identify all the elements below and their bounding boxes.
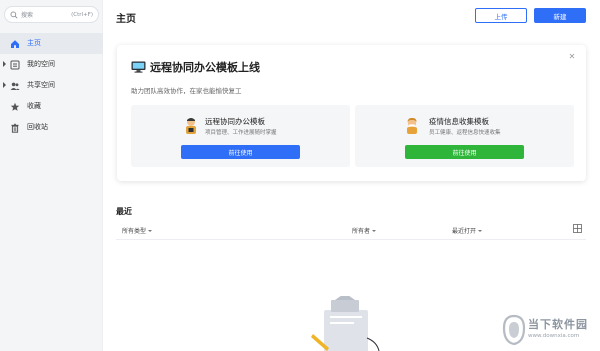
monitor-icon [131, 61, 146, 73]
chevron-down-icon [478, 229, 483, 232]
chevron-down-icon [372, 229, 377, 232]
sidebar-item-my-space[interactable]: 我的空间 [0, 54, 103, 75]
template-name: 疫情信息收集模板 [429, 117, 489, 126]
search-input[interactable]: 搜索 (Ctrl+F) [4, 6, 99, 23]
use-template-button[interactable]: 前往使用 [181, 145, 300, 159]
star-icon [10, 102, 20, 112]
recent-section-title: 最近 [116, 207, 132, 216]
sidebar-item-trash[interactable]: 回收站 [0, 117, 103, 138]
template-card-remote-office: 远程协同办公模板 项目管理、工作进展随时掌握 前往使用 [131, 105, 350, 167]
recent-filter-bar: 所有类型 所有者 最近打开 [116, 222, 586, 240]
home-icon [10, 39, 20, 49]
use-template-button[interactable]: 前往使用 [405, 145, 524, 159]
sidebar-nav: 主页 我的空间 共享空间 收藏 回收站 [0, 33, 103, 138]
banner-title: 远程协同办公模板上线 [150, 61, 260, 74]
sidebar-item-label: 回收站 [27, 123, 48, 131]
sidebar-item-label: 收藏 [27, 102, 41, 110]
search-shortcut: (Ctrl+F) [71, 11, 93, 18]
sidebar: 搜索 (Ctrl+F) 主页 我的空间 共享空间 收藏 回收站 [0, 0, 103, 351]
filter-type-label: 所有类型 [122, 228, 147, 235]
watermark-name: 当下软件园 [528, 318, 588, 331]
sidebar-item-label: 我的空间 [27, 60, 55, 68]
chevron-down-icon [148, 229, 153, 232]
template-banner: ✕ 远程协同办公模板上线 助力团队高效协作，在家也能愉快复工 远程协同办公模板 … [117, 45, 586, 181]
sidebar-item-label: 共享空间 [27, 81, 55, 89]
app-window: 搜索 (Ctrl+F) 主页 我的空间 共享空间 收藏 回收站 主页 上传 新建… [0, 0, 600, 351]
expand-caret-icon[interactable] [3, 82, 6, 88]
sidebar-item-favorites[interactable]: 收藏 [0, 96, 103, 117]
sidebar-item-home[interactable]: 主页 [0, 33, 103, 54]
sidebar-item-shared-space[interactable]: 共享空间 [0, 75, 103, 96]
filter-owner-label: 所有者 [352, 228, 371, 235]
empty-state-illustration [311, 296, 380, 351]
sidebar-item-label: 主页 [27, 39, 41, 47]
person-avatar-icon [407, 117, 417, 134]
template-desc: 员工健康、返程信息快速收集 [429, 130, 501, 136]
upload-button[interactable]: 上传 [475, 8, 527, 23]
shared-space-icon [10, 81, 20, 91]
grid-view-icon[interactable] [573, 224, 582, 233]
trash-icon [10, 123, 20, 133]
watermark-url: www.downxia.com [528, 333, 580, 339]
worker-avatar-icon [186, 118, 196, 134]
main-content: 主页 上传 新建 ✕ 远程协同办公模板上线 助力团队高效协作，在家也能愉快复工 [103, 0, 600, 351]
new-button[interactable]: 新建 [534, 8, 586, 23]
expand-caret-icon[interactable] [3, 61, 6, 67]
banner-subtitle: 助力团队高效协作，在家也能愉快复工 [131, 87, 242, 95]
filter-opened-label: 最近打开 [452, 228, 477, 235]
my-space-icon [10, 60, 20, 70]
filter-type-dropdown[interactable]: 所有类型 [122, 226, 153, 235]
template-desc: 项目管理、工作进展随时掌握 [205, 130, 277, 136]
close-icon[interactable]: ✕ [568, 53, 576, 61]
template-card-epidemic-info: 疫情信息收集模板 员工健康、返程信息快速收集 前往使用 [355, 105, 574, 167]
filter-opened-dropdown[interactable]: 最近打开 [452, 226, 483, 235]
page-title: 主页 [116, 14, 136, 25]
search-icon [10, 11, 18, 19]
template-name: 远程协同办公模板 [205, 117, 265, 126]
filter-owner-dropdown[interactable]: 所有者 [352, 226, 377, 235]
search-placeholder: 搜索 [21, 12, 34, 19]
